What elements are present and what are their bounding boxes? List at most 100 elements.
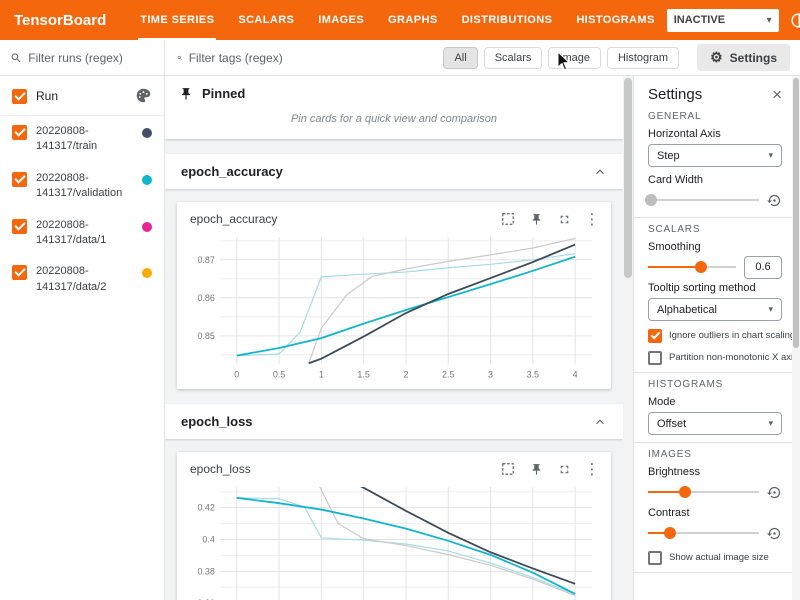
svg-text:0.86: 0.86	[197, 293, 214, 303]
show-actual-size-row[interactable]: Show actual image size	[648, 550, 782, 565]
brightness-slider[interactable]	[648, 485, 759, 499]
contrast-label: Contrast	[648, 507, 782, 519]
slider-track	[648, 199, 759, 201]
show-actual-size-checkbox[interactable]	[648, 551, 662, 565]
runs-filter-bar	[0, 40, 165, 75]
section-epoch-loss[interactable]: epoch_loss	[165, 404, 623, 439]
main-scrollbar[interactable]	[623, 76, 633, 600]
run-color-dot[interactable]	[142, 128, 152, 138]
pin-card-icon[interactable]	[528, 211, 544, 227]
chip-histogram[interactable]: Histogram	[607, 47, 679, 69]
chevron-down-icon: ▾	[767, 15, 772, 26]
palette-icon[interactable]	[135, 87, 152, 104]
filter-tags-input[interactable]	[189, 51, 438, 65]
reload-status-dropdown[interactable]: INACTIVE ▾	[667, 9, 779, 32]
pin-card-icon[interactable]	[528, 461, 544, 477]
histogram-mode-select[interactable]: Offset ▾	[648, 412, 782, 435]
fit-to-data-icon[interactable]	[500, 461, 516, 477]
tab-distributions[interactable]: DISTRIBUTIONS	[450, 0, 565, 40]
horizontal-axis-select[interactable]: Step ▾	[648, 144, 782, 167]
tab-histograms[interactable]: HISTOGRAMS	[564, 0, 666, 40]
card-title: epoch_accuracy	[190, 212, 277, 226]
slider-thumb[interactable]	[664, 527, 676, 539]
chip-scalars[interactable]: Scalars	[484, 47, 543, 69]
epoch-accuracy-chart[interactable]: 00.511.522.533.540.850.860.87	[186, 231, 602, 382]
slider-thumb[interactable]	[679, 486, 691, 498]
theme-toggle-icon[interactable]	[790, 11, 800, 29]
run-checkbox[interactable]	[12, 265, 27, 280]
run-checkbox[interactable]	[12, 172, 27, 187]
svg-text:3.5: 3.5	[527, 369, 539, 379]
slider-thumb[interactable]	[695, 261, 707, 273]
run-label: 20220808-141317/data/1	[36, 218, 133, 249]
run-label: 20220808-141317/train	[36, 124, 133, 155]
reset-contrast-icon[interactable]	[767, 526, 782, 541]
card-actions: ⋮	[500, 211, 600, 227]
run-color-dot[interactable]	[142, 175, 152, 185]
tab-graphs[interactable]: GRAPHS	[376, 0, 449, 40]
ignore-outliers-checkbox[interactable]	[648, 329, 662, 343]
contrast-slider[interactable]	[648, 526, 759, 540]
settings-scrollbar[interactable]	[792, 76, 800, 600]
svg-text:2: 2	[403, 369, 408, 379]
pinned-title: Pinned	[202, 86, 245, 101]
chevron-down-icon: ▾	[768, 150, 773, 161]
histograms-section-heading: HISTOGRAMS	[648, 379, 782, 390]
fit-to-data-icon[interactable]	[500, 211, 516, 227]
tag-type-filter-chips: All Scalars Image Histogram	[443, 47, 679, 69]
search-icon	[10, 51, 22, 65]
chip-all[interactable]: All	[443, 47, 477, 69]
settings-scrollbar-thumb[interactable]	[793, 78, 799, 348]
chip-image[interactable]: Image	[548, 47, 601, 69]
ignore-outliers-row[interactable]: Ignore outliers in chart scaling	[648, 328, 782, 343]
epoch-loss-chart[interactable]: 00.511.522.533.540.360.380.40.42	[186, 481, 602, 600]
tooltip-sorting-label: Tooltip sorting method	[648, 282, 782, 294]
run-label: 20220808-141317/data/2	[36, 264, 133, 295]
filter-runs-input[interactable]	[28, 51, 154, 65]
card-width-row	[648, 190, 782, 210]
smoothing-slider[interactable]	[648, 260, 736, 274]
run-checkbox[interactable]	[12, 219, 27, 234]
svg-text:4: 4	[573, 369, 578, 379]
run-checkbox[interactable]	[12, 125, 27, 140]
run-color-dot[interactable]	[142, 268, 152, 278]
smoothing-row	[648, 257, 782, 277]
pinned-section: Pinned Pin cards for a quick view and co…	[165, 76, 623, 139]
run-row-validation[interactable]: 20220808-141317/validation	[0, 163, 164, 210]
svg-text:0.85: 0.85	[197, 331, 214, 341]
section-epoch-accuracy[interactable]: epoch_accuracy	[165, 154, 623, 189]
app-logo: TensorBoard	[0, 12, 128, 29]
partition-x-axis-row[interactable]: Partition non-monotonic X axis	[648, 350, 782, 365]
fullscreen-icon[interactable]	[556, 461, 572, 477]
run-color-dot[interactable]	[142, 222, 152, 232]
close-icon[interactable]: ×	[772, 86, 782, 103]
smoothing-label: Smoothing	[648, 241, 782, 253]
search-icon	[177, 51, 183, 65]
svg-text:2.5: 2.5	[442, 369, 454, 379]
settings-button[interactable]: ⚙ Settings	[697, 44, 790, 71]
main-scrollbar-thumb[interactable]	[624, 78, 632, 278]
run-row-train[interactable]: 20220808-141317/train	[0, 116, 164, 163]
reset-brightness-icon[interactable]	[767, 485, 782, 500]
slider-thumb[interactable]	[645, 194, 657, 206]
tooltip-sorting-select[interactable]: Alphabetical ▾	[648, 298, 782, 321]
select-all-runs-checkbox[interactable]	[12, 89, 27, 104]
tab-scalars[interactable]: SCALARS	[226, 0, 306, 40]
fullscreen-icon[interactable]	[556, 211, 572, 227]
smoothing-value-input[interactable]	[744, 256, 782, 279]
reset-card-width-icon[interactable]	[767, 193, 782, 208]
tab-time-series[interactable]: TIME SERIES	[128, 0, 226, 40]
show-actual-size-label: Show actual image size	[669, 552, 769, 563]
runs-sidebar: Run 20220808-141317/train 20220808-14131…	[0, 76, 165, 600]
run-row-data-2[interactable]: 20220808-141317/data/2	[0, 256, 164, 303]
card-width-slider[interactable]	[648, 193, 759, 207]
tab-images[interactable]: IMAGES	[306, 0, 376, 40]
chevron-up-icon[interactable]	[593, 415, 607, 429]
topbar-actions: INACTIVE ▾ ↻ ⚙ ?	[667, 9, 800, 32]
kebab-menu-icon[interactable]: ⋮	[584, 461, 600, 477]
card-header: epoch_loss ⋮	[186, 459, 602, 481]
partition-x-axis-checkbox[interactable]	[648, 351, 662, 365]
chevron-up-icon[interactable]	[593, 165, 607, 179]
kebab-menu-icon[interactable]: ⋮	[584, 211, 600, 227]
run-row-data-1[interactable]: 20220808-141317/data/1	[0, 210, 164, 257]
